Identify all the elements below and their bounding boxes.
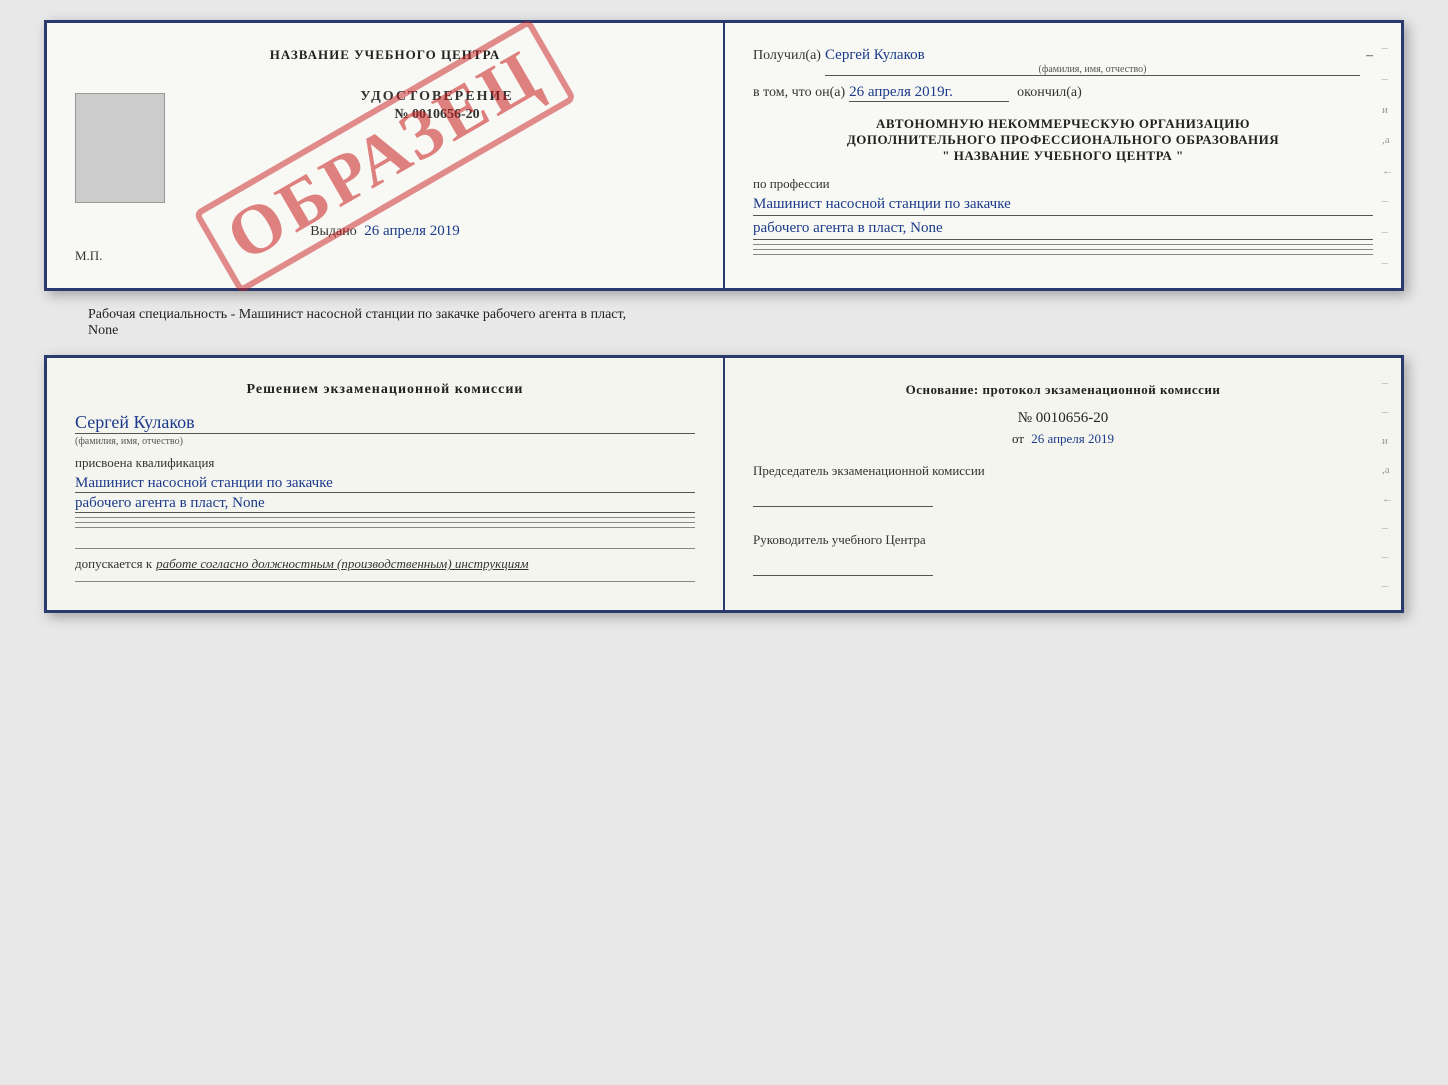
bottom-person-name: Сергей Кулаков [75, 412, 695, 434]
right-margin-dashes: – – и ,а ← – – – [1382, 23, 1393, 288]
rukovoditel-block: Руководитель учебного Центра [753, 532, 1373, 581]
org-block: АВТОНОМНУЮ НЕКОММЕРЧЕСКУЮ ОРГАНИЗАЦИЮ ДО… [753, 116, 1373, 164]
vydano-date: 26 апреля 2019 [364, 223, 460, 239]
profession-line2: рабочего агента в пласт, None [753, 220, 1373, 240]
left-content-row: УДОСТОВЕРЕНИЕ № 0010656-20 [75, 83, 695, 203]
dopuskaetsya-block: допускается к работе согласно должностны… [75, 548, 695, 573]
org-line1: АВТОНОМНУЮ НЕКОММЕРЧЕСКУЮ ОРГАНИЗАЦИЮ [753, 116, 1373, 132]
udost-text-block: УДОСТОВЕРЕНИЕ № 0010656-20 [179, 83, 695, 131]
photo-placeholder [75, 93, 165, 203]
ot-label: от [1012, 431, 1024, 446]
vydano-line: Выдано 26 апреля 2019 [310, 223, 460, 240]
bottom-familiya-label: (фамилия, имя, отчество) [75, 436, 695, 447]
org-name: " НАЗВАНИЕ УЧЕБНОГО ЦЕНТРА " [753, 148, 1373, 164]
dash1: – [1366, 48, 1373, 64]
familiya-sublabel: (фамилия, имя, отчество) [825, 64, 1360, 75]
bottom-booklet-left: Решением экзаменационной комиссии Сергей… [47, 358, 725, 610]
predsedatel-signature [753, 487, 933, 507]
poluchil-name: Сергей Кулаков (фамилия, имя, отчество) [825, 47, 1360, 76]
dopuskaetsya-value: работе согласно должностным (производств… [156, 556, 528, 571]
po-professii-label: по профессии [753, 176, 1373, 192]
top-booklet: НАЗВАНИЕ УЧЕБНОГО ЦЕНТРА УДОСТОВЕРЕНИЕ №… [44, 20, 1404, 291]
protocol-number: № 0010656-20 [753, 410, 1373, 427]
rukovoditel-label: Руководитель учебного Центра [753, 532, 1373, 548]
ot-date: 26 апреля 2019 [1031, 431, 1114, 446]
cert-number: № 0010656-20 [394, 107, 479, 123]
poluchil-line: Получил(а) Сергей Кулаков (фамилия, имя,… [753, 47, 1373, 76]
top-booklet-left: НАЗВАНИЕ УЧЕБНОГО ЦЕНТРА УДОСТОВЕРЕНИЕ №… [47, 23, 725, 288]
top-booklet-right: Получил(а) Сергей Кулаков (фамилия, имя,… [725, 23, 1401, 288]
mp-label: М.П. [75, 248, 102, 264]
center-title: НАЗВАНИЕ УЧЕБНОГО ЦЕНТРА [270, 47, 501, 63]
decision-title: Решением экзаменационной комиссии [75, 382, 695, 398]
rukovoditel-signature [753, 556, 933, 576]
predsedatel-label: Председатель экзаменационной комиссии [753, 463, 1373, 479]
osnov-label: Основание: протокол экзаменационной коми… [753, 382, 1373, 398]
dopuskaetsya-label: допускается к [75, 556, 152, 571]
cert-word: УДОСТОВЕРЕНИЕ [360, 89, 513, 105]
protocol-date: от 26 апреля 2019 [753, 431, 1373, 447]
poluchil-label: Получил(а) [753, 48, 821, 64]
vtom-date: 26 апреля 2019г. [849, 84, 1009, 102]
bottom-booklet-right: Основание: протокол экзаменационной коми… [725, 358, 1401, 610]
bottom-booklet: Решением экзаменационной комиссии Сергей… [44, 355, 1404, 613]
okonchil-label: окончил(а) [1017, 85, 1082, 101]
bottom-prof-line1: Машинист насосной станции по закачке [75, 475, 695, 493]
subtitle-text: Рабочая специальность - Машинист насосно… [88, 307, 1404, 323]
vtom-line: в том, что он(а) 26 апреля 2019г. окончи… [753, 84, 1373, 102]
profession-line1: Машинист насосной станции по закачке [753, 196, 1373, 216]
bottom-prof-line2: рабочего агента в пласт, None [75, 495, 695, 513]
vtom-label: в том, что он(а) [753, 85, 845, 101]
assigned-text: присвоена квалификация [75, 455, 695, 471]
bottom-right-margin-dashes: – – и ,а ← – – – [1382, 358, 1393, 610]
vydano-label: Выдано [310, 224, 357, 239]
org-line2: ДОПОЛНИТЕЛЬНОГО ПРОФЕССИОНАЛЬНОГО ОБРАЗО… [753, 132, 1373, 148]
subtitle-text2: None [88, 323, 1404, 339]
subtitle-block: Рабочая специальность - Машинист насосно… [44, 307, 1404, 339]
chairman-block: Председатель экзаменационной комиссии [753, 463, 1373, 512]
